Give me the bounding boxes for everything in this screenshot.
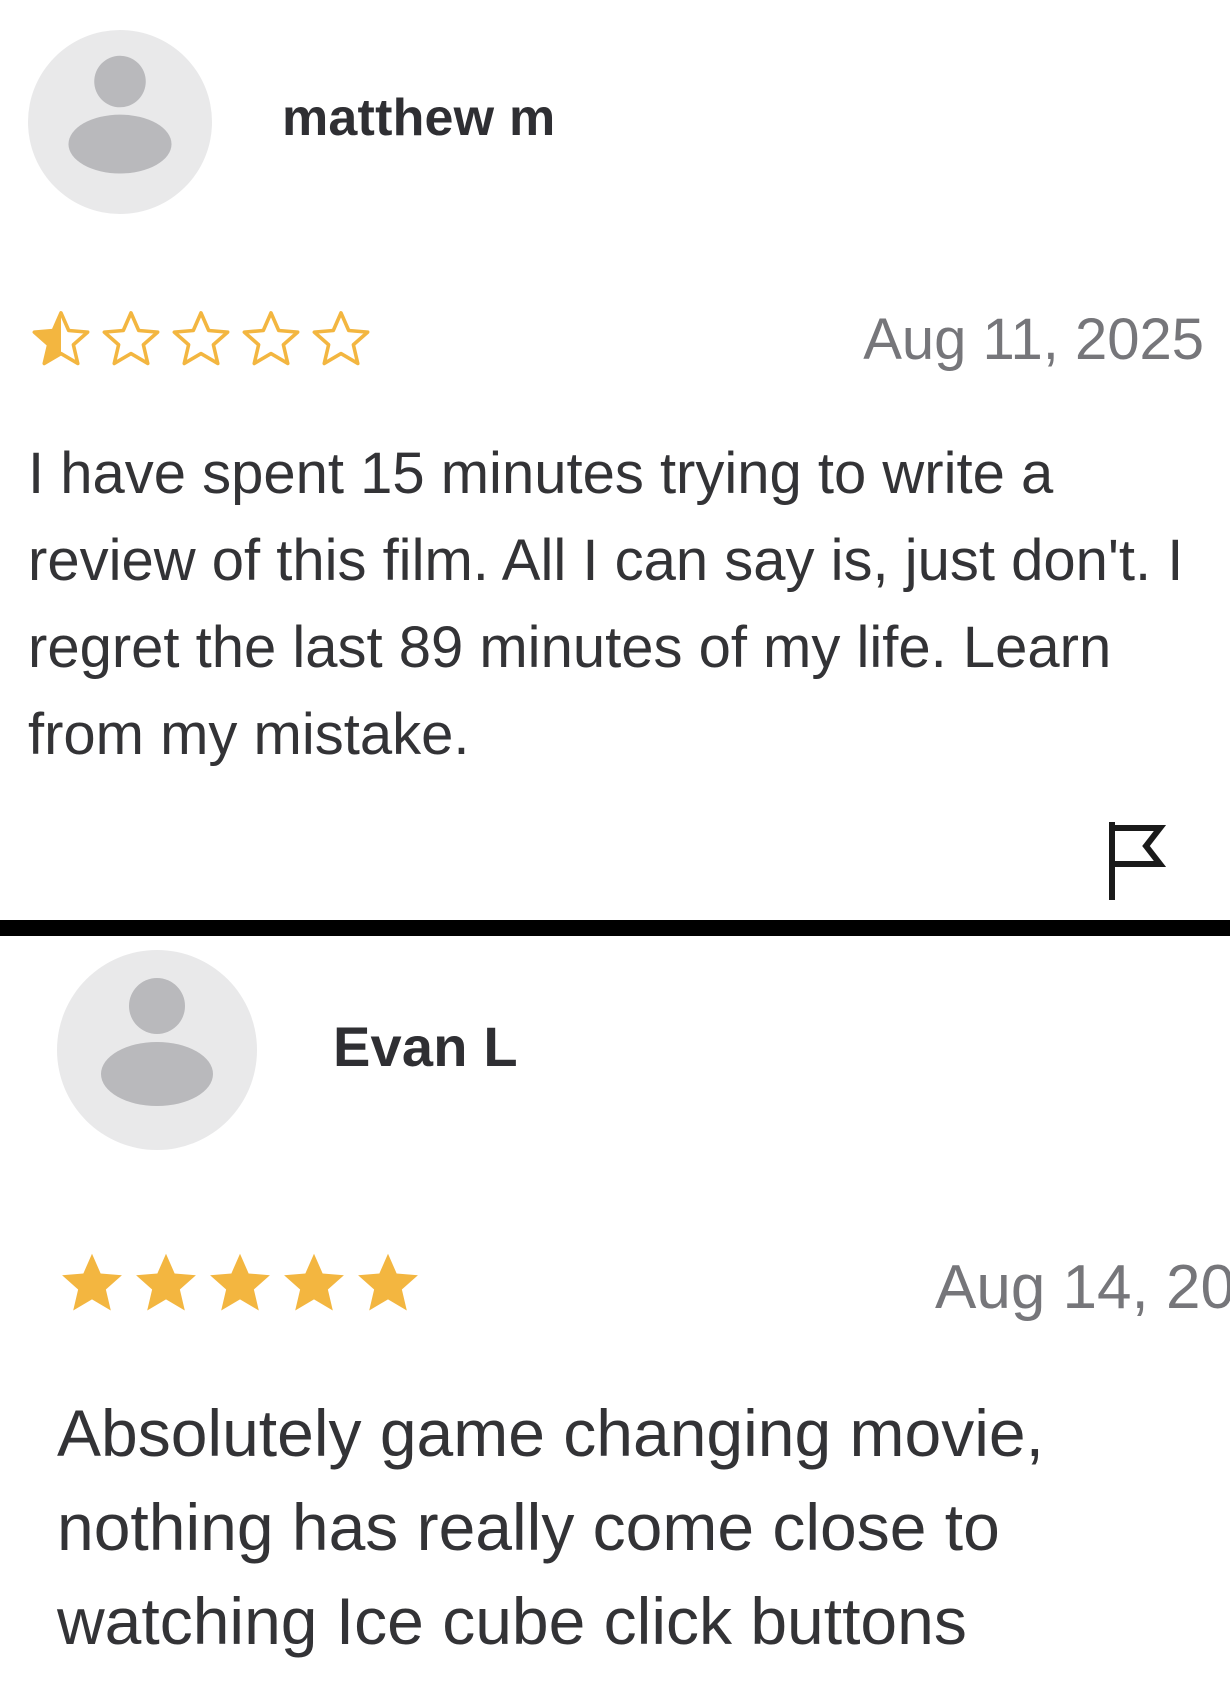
star-filled-icon — [284, 1253, 344, 1311]
avatar — [28, 30, 212, 214]
star-empty-icon — [172, 311, 230, 366]
review-text: I have spent 15 minutes trying to write … — [28, 441, 1184, 767]
person-icon — [101, 978, 213, 1106]
star-empty-icon — [242, 311, 300, 366]
star-filled-icon — [358, 1253, 418, 1311]
avatar — [57, 950, 257, 1150]
star-filled-icon — [136, 1253, 196, 1311]
star-empty-icon — [312, 311, 370, 366]
reviewer-name: Evan L — [333, 1015, 518, 1078]
review-divider — [0, 920, 1230, 936]
review-date: Aug 14, 20 — [935, 1253, 1230, 1322]
report-flag-button[interactable] — [1106, 822, 1166, 900]
star-rating — [55, 1246, 425, 1320]
star-filled-icon — [62, 1253, 122, 1311]
person-icon — [68, 55, 172, 174]
star-rating — [28, 306, 378, 372]
review-date: Aug 11, 2025 — [863, 307, 1204, 372]
flag-icon — [1109, 822, 1166, 900]
star-empty-icon — [102, 311, 160, 366]
star-filled-icon — [210, 1253, 270, 1311]
review-text: Absolutely game changing movie, nothing … — [57, 1396, 1044, 1658]
review-card: Evan L Aug 14, 20 Absolutely game changi… — [0, 936, 1230, 1706]
star-half-icon — [32, 311, 90, 366]
reviewer-name: matthew m — [282, 89, 556, 147]
review-card: matthew m Aug 11, 2025 I have spent 15 m… — [0, 0, 1230, 920]
